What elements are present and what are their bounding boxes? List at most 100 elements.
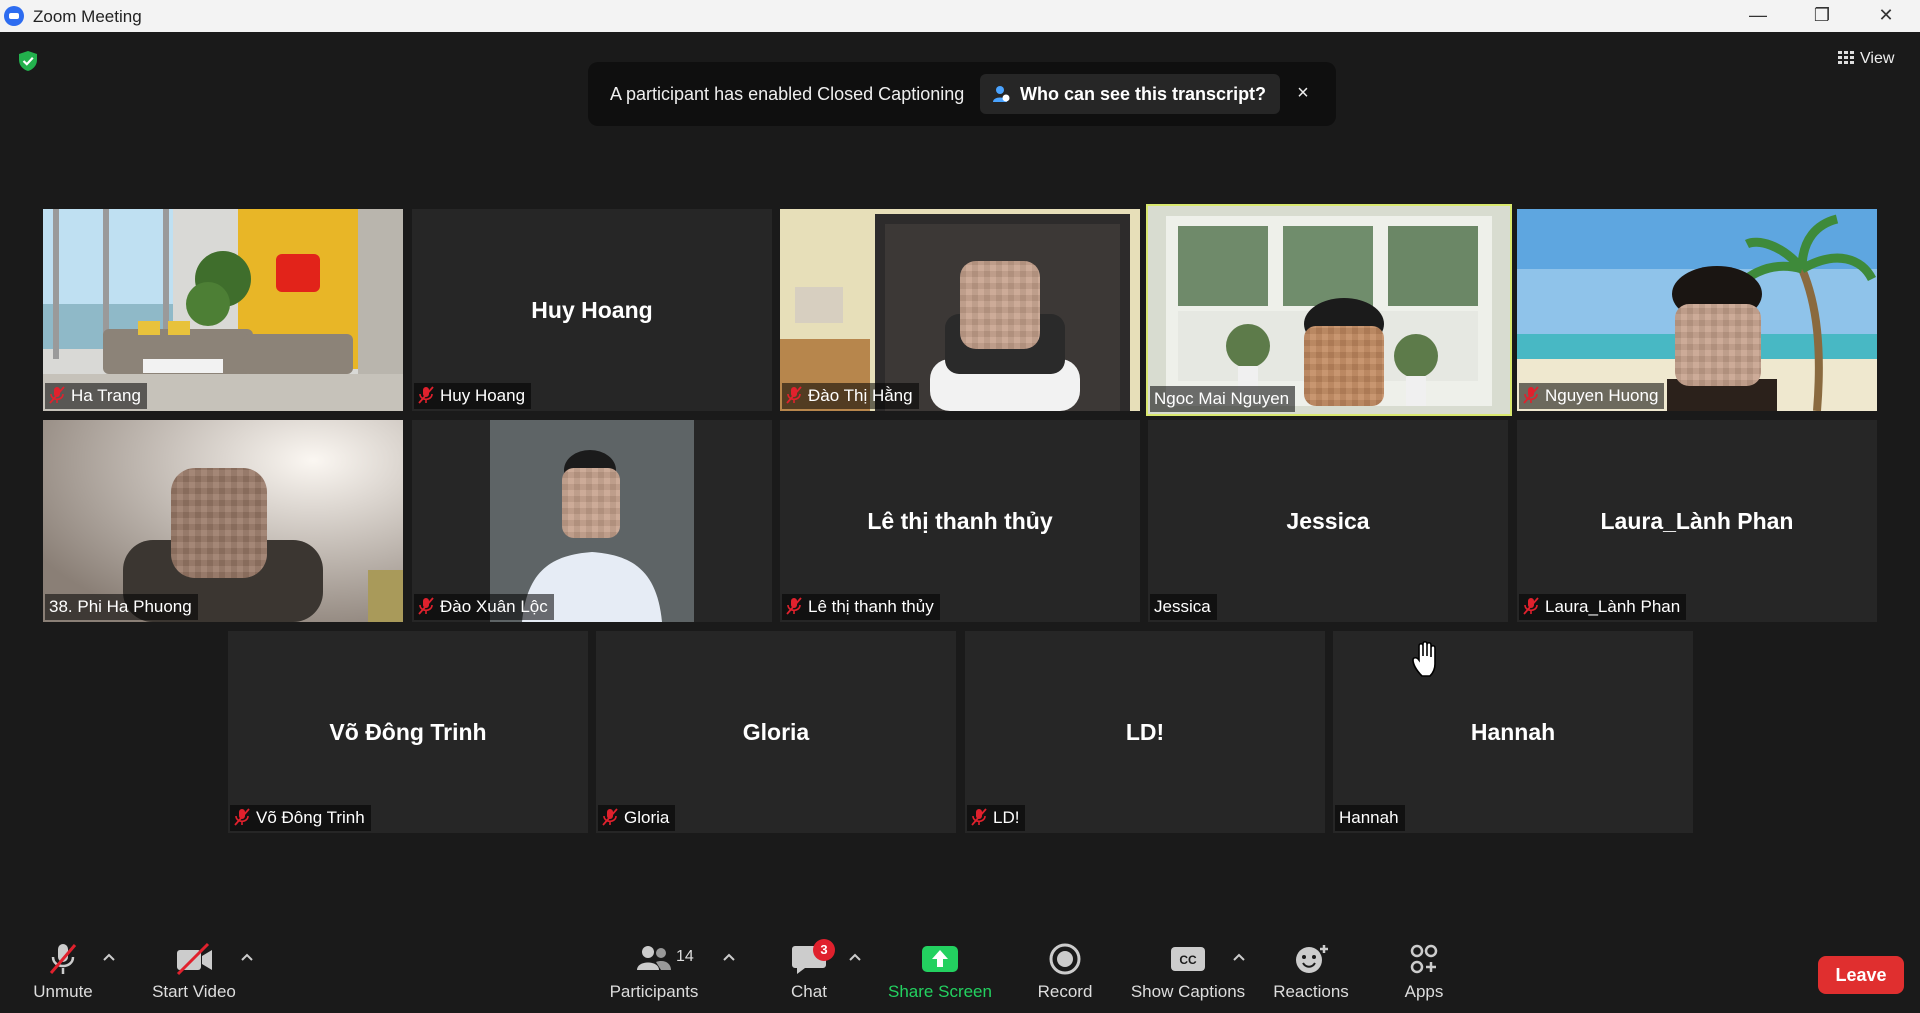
participant-tile[interactable]: Laura_Lành Phan Laura_Lành Phan (1517, 420, 1877, 622)
hand-cursor-icon (1412, 640, 1436, 677)
meeting-toolbar: Unmute Start Video Participants 14 Chat … (0, 928, 1920, 1013)
participant-name-label: Huy Hoang (414, 383, 532, 409)
participant-tile[interactable]: Võ Đông Trinh Võ Đông Trinh (228, 631, 588, 833)
living-room-virtual-background (43, 209, 403, 411)
video-off-icon (176, 942, 212, 976)
record-label: Record (1037, 982, 1093, 1001)
participant-display-name: LD! (1125, 719, 1165, 745)
participant-name-label: Đào Xuân Lộc (414, 594, 554, 620)
grid-view-icon (1838, 51, 1854, 65)
chat-button[interactable]: Chat (749, 928, 869, 1013)
participant-tile[interactable]: Đào Thị Hằng (780, 209, 1140, 411)
share-screen-button[interactable]: Share Screen (880, 928, 1000, 1013)
share-screen-label: Share Screen (888, 982, 992, 1001)
muted-mic-icon (49, 944, 77, 974)
person-info-icon (993, 86, 1010, 102)
leave-button[interactable]: Leave (1818, 956, 1904, 994)
participant-display-name: Laura_Lành Phan (1600, 508, 1794, 534)
participant-name-label: Ha Trang (45, 383, 147, 409)
apps-label: Apps (1404, 982, 1444, 1001)
closed-captions-icon: CC (1171, 947, 1205, 971)
muted-mic-icon (234, 808, 250, 826)
participant-name-label: LD! (967, 805, 1026, 831)
participants-label: Participants (609, 982, 699, 1001)
reactions-label: Reactions (1273, 982, 1349, 1001)
participant-tile[interactable]: Jessica Jessica (1148, 420, 1508, 622)
participant-name-label: Nguyen Huong (1519, 383, 1665, 409)
participant-name-label: Hannah (1335, 805, 1405, 831)
share-screen-icon (922, 946, 958, 972)
participant-tile[interactable]: Gloria Gloria (596, 631, 956, 833)
participant-name-label: Jessica (1150, 594, 1217, 620)
reactions-button[interactable]: Reactions (1251, 928, 1371, 1013)
chat-options-chevron-icon[interactable] (848, 952, 862, 962)
start-video-button[interactable]: Start Video (134, 928, 254, 1013)
participant-name-label: Gloria (598, 805, 676, 831)
muted-mic-icon (1523, 597, 1539, 615)
minimize-button[interactable]: — (1728, 0, 1788, 32)
video-options-chevron-icon[interactable] (240, 952, 254, 962)
muted-mic-icon (1523, 386, 1539, 404)
record-icon (1049, 943, 1081, 975)
participant-name-label: Đào Thị Hằng (782, 383, 919, 409)
show-captions-button[interactable]: CC Show Captions (1128, 928, 1248, 1013)
window-title: Zoom Meeting (33, 7, 142, 26)
svg-text:CC: CC (1179, 953, 1197, 967)
view-button[interactable]: View (1838, 50, 1894, 68)
start-video-label: Start Video (152, 982, 236, 1001)
participant-tile[interactable]: Ha Trang (43, 209, 403, 411)
participants-button[interactable]: Participants (594, 928, 714, 1013)
participant-display-name: Lê thị thanh thủy (867, 508, 1053, 534)
chat-unread-badge: 3 (813, 939, 835, 961)
banner-message: A participant has enabled Closed Caption… (610, 84, 965, 104)
participant-name-label: 38. Phi Ha Phuong (45, 594, 198, 620)
blurred-face (960, 261, 1040, 349)
muted-mic-icon (786, 386, 802, 404)
captioning-banner: A participant has enabled Closed Caption… (588, 62, 1336, 126)
record-button[interactable]: Record (1005, 928, 1125, 1013)
transcript-visibility-button[interactable]: Who can see this transcript? (980, 74, 1281, 114)
apps-icon (1410, 944, 1438, 974)
participant-tile[interactable]: LD! LD! (965, 631, 1325, 833)
unmute-button[interactable]: Unmute (3, 928, 123, 1013)
participant-tile[interactable]: Nguyen Huong (1517, 209, 1877, 411)
muted-mic-icon (49, 386, 65, 404)
participants-count: 14 (676, 948, 694, 965)
participant-tile[interactable]: Lê thị thanh thủy Lê thị thanh thủy (780, 420, 1140, 622)
participant-tile[interactable]: 38. Phi Ha Phuong (43, 420, 403, 622)
title-bar: Zoom Meeting — ❐ ✕ (0, 0, 1920, 32)
participant-name-label: Ngoc Mai Nguyen (1150, 386, 1296, 412)
captions-options-chevron-icon[interactable] (1232, 952, 1246, 962)
active-speaker-tile[interactable]: Ngoc Mai Nguyen (1146, 204, 1512, 416)
participant-display-name: Hannah (1470, 719, 1556, 745)
participants-options-chevron-icon[interactable] (722, 952, 736, 962)
apps-button[interactable]: Apps (1364, 928, 1484, 1013)
restore-button[interactable]: ❐ (1792, 0, 1852, 32)
blurred-face (1675, 304, 1761, 386)
zoom-logo-icon (4, 6, 24, 26)
participant-name-label: Laura_Lành Phan (1519, 594, 1687, 620)
smiley-plus-icon (1296, 945, 1328, 973)
muted-mic-icon (602, 808, 618, 826)
participant-name-label: Võ Đông Trinh (230, 805, 371, 831)
participant-display-name: Huy Hoang (531, 297, 653, 323)
chat-label: Chat (791, 982, 827, 1001)
blurred-face (171, 468, 267, 578)
participant-display-name: Gloria (742, 719, 810, 745)
close-window-button[interactable]: ✕ (1856, 0, 1916, 32)
participant-tile[interactable]: Đào Xuân Lộc (412, 420, 772, 622)
participant-display-name: Jessica (1286, 508, 1370, 534)
security-shield-icon[interactable] (17, 50, 39, 72)
participant-tile[interactable]: Huy Hoang Huy Hoang (412, 209, 772, 411)
transcript-link-label: Who can see this transcript? (1020, 84, 1267, 104)
muted-mic-icon (971, 808, 987, 826)
view-label: View (1860, 50, 1895, 67)
show-captions-label: Show Captions (1130, 982, 1246, 1001)
participant-tile[interactable]: Hannah Hannah (1333, 631, 1693, 833)
participants-icon (637, 946, 671, 970)
audio-options-chevron-icon[interactable] (102, 952, 116, 962)
banner-close-icon[interactable]: × (1290, 80, 1316, 106)
blurred-face (1304, 326, 1384, 406)
unmute-label: Unmute (33, 982, 93, 1001)
muted-mic-icon (418, 597, 434, 615)
